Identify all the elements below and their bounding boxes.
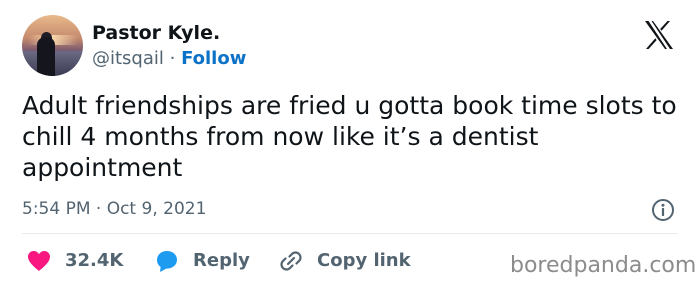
tweet-text: Adult friendships are fried u gotta book… <box>22 91 677 182</box>
tweet-timestamp[interactable]: 5:54 PM · Oct 9, 2021 <box>22 198 206 220</box>
avatar[interactable] <box>22 15 83 76</box>
like-button[interactable]: 32.4K <box>27 248 123 274</box>
reply-bubble-icon <box>157 251 177 272</box>
heart-icon <box>28 251 50 271</box>
follow-button[interactable]: Follow <box>181 48 246 69</box>
author-name[interactable]: Pastor Kyle. <box>92 22 220 44</box>
watermark: boredpanda.com <box>510 253 697 278</box>
avatar-person <box>37 37 55 76</box>
copy-link-button[interactable]: Copy link <box>279 248 411 274</box>
divider <box>22 233 678 234</box>
reply-label: Reply <box>193 250 250 271</box>
copy-link-label: Copy link <box>317 250 411 271</box>
like-count: 32.4K <box>65 250 124 271</box>
info-icon[interactable] <box>651 198 675 222</box>
x-logo-icon[interactable] <box>643 20 675 50</box>
link-icon <box>280 251 302 271</box>
handle-separator: · <box>163 48 182 69</box>
author-handle[interactable]: @itsqail <box>92 48 164 69</box>
reply-button[interactable]: Reply <box>155 248 250 274</box>
author-handle-line: @itsqail · Follow <box>92 48 246 70</box>
